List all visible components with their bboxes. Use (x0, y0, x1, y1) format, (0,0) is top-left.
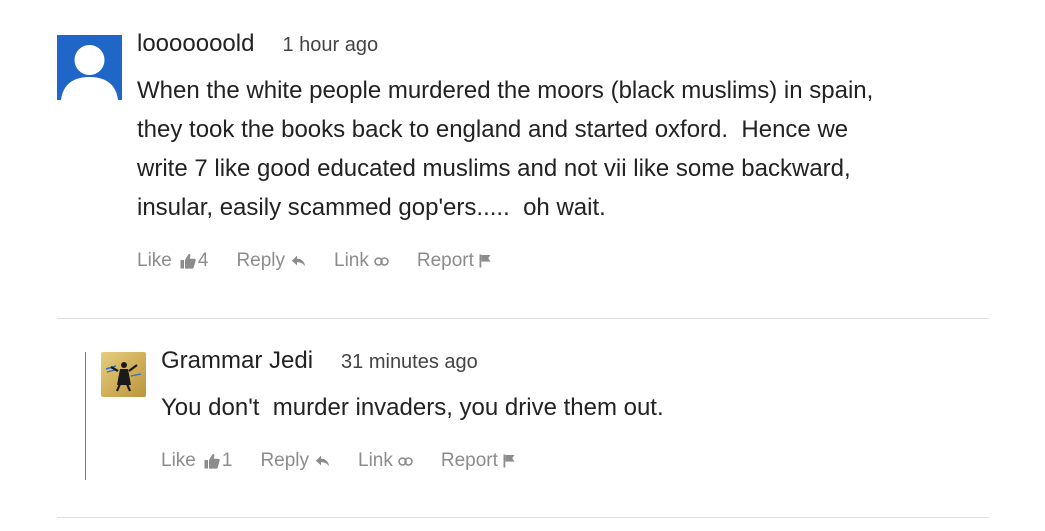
comment-meta: Grammar Jedi 31 minutes ago (161, 347, 478, 375)
comment-timestamp[interactable]: 31 minutes ago (341, 351, 478, 374)
default-user-icon (61, 45, 118, 100)
comment-divider (57, 517, 989, 518)
reply-arrow-icon (315, 455, 330, 467)
comment: looooooold 1 hour ago When the white peo… (0, 0, 1045, 320)
avatar[interactable] (57, 35, 122, 100)
report-button[interactable]: Report (417, 250, 491, 272)
flag-icon (503, 454, 515, 468)
reply-arrow-icon (291, 255, 306, 267)
jedi-figure-icon (105, 362, 142, 392)
like-count: 4 (197, 250, 209, 271)
comment-author[interactable]: looooooold (137, 30, 254, 58)
comment-divider (57, 318, 989, 319)
report-button[interactable]: Report (441, 450, 515, 472)
reply-comment: Grammar Jedi 31 minutes ago You don't mu… (0, 320, 1045, 520)
chain-link-icon (398, 456, 413, 466)
link-label: Link (358, 450, 393, 471)
comment-actions: Like 4 Reply Link Report (137, 250, 491, 272)
comment-meta: looooooold 1 hour ago (137, 30, 378, 58)
comment-body: You don't murder invaders, you drive the… (161, 394, 664, 421)
reply-button[interactable]: Reply (236, 250, 306, 272)
like-button[interactable]: Like 4 (137, 250, 208, 272)
report-label: Report (440, 450, 498, 471)
link-button[interactable]: Link (334, 250, 389, 272)
comment-body: When the white people murdered the moors… (137, 77, 874, 221)
comment-author[interactable]: Grammar Jedi (161, 347, 313, 375)
flag-icon (479, 254, 491, 268)
like-count: 1 (221, 450, 233, 471)
chain-link-icon (374, 256, 389, 266)
link-button[interactable]: Link (358, 450, 413, 472)
reply-label: Reply (236, 250, 286, 271)
thumbs-up-icon (204, 453, 220, 469)
report-label: Report (416, 250, 474, 271)
link-label: Link (334, 250, 369, 271)
avatar[interactable] (101, 352, 146, 397)
reply-button[interactable]: Reply (260, 450, 330, 472)
thumbs-up-icon (180, 253, 196, 269)
like-label: Like (137, 250, 172, 271)
comment-timestamp[interactable]: 1 hour ago (282, 34, 378, 57)
reply-label: Reply (260, 450, 310, 471)
like-label: Like (161, 450, 196, 471)
comment-actions: Like 1 Reply Link Report (161, 450, 515, 472)
like-button[interactable]: Like 1 (161, 450, 232, 472)
